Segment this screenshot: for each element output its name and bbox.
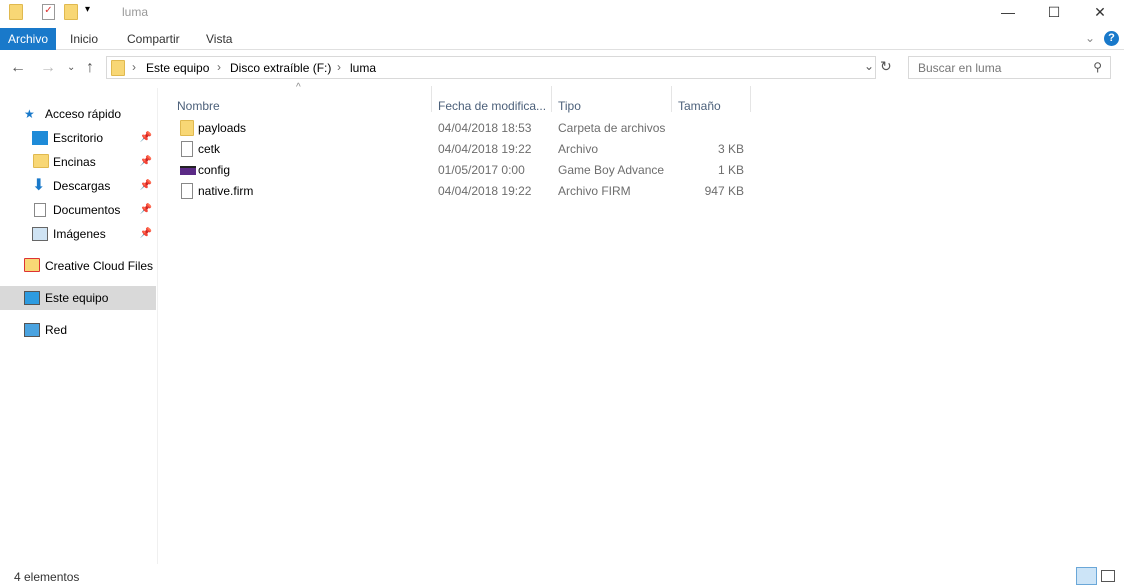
star-icon: ★ bbox=[24, 107, 35, 121]
file-row[interactable]: payloads 04/04/2018 18:53 Carpeta de arc… bbox=[170, 118, 750, 139]
address-bar[interactable]: › Este equipo › Disco extraíble (F:) › l… bbox=[106, 56, 876, 79]
network-icon bbox=[24, 323, 40, 337]
file-row[interactable]: native.firm 04/04/2018 19:22 Archivo FIR… bbox=[170, 181, 750, 202]
up-icon[interactable]: ↑ bbox=[86, 59, 94, 77]
sort-ascending-icon: ^ bbox=[296, 82, 301, 93]
pin-icon: 📌 bbox=[139, 204, 152, 215]
file-row[interactable]: config 01/05/2017 0:00 Game Boy Advance … bbox=[170, 160, 750, 181]
sidebar-item-documentos[interactable]: Documentos 📌 bbox=[0, 198, 156, 222]
file-icon bbox=[181, 141, 193, 157]
sidebar-item-red[interactable]: Red bbox=[0, 318, 156, 342]
search-placeholder: Buscar en luma bbox=[918, 61, 1002, 75]
file-row[interactable]: cetk 04/04/2018 19:22 Archivo 3 KB bbox=[170, 139, 750, 160]
column-header-tamano[interactable]: Tamaño bbox=[678, 99, 721, 113]
desktop-icon bbox=[32, 131, 48, 145]
breadcrumb-disco[interactable]: Disco extraíble (F:) bbox=[230, 61, 331, 75]
large-icons-view-icon[interactable] bbox=[1101, 570, 1115, 582]
status-item-count: 4 elementos bbox=[14, 570, 80, 584]
sidebar-item-este-equipo[interactable]: Este equipo bbox=[0, 286, 156, 310]
sidebar-item-label: Documentos bbox=[53, 203, 121, 217]
tab-inicio[interactable]: Inicio bbox=[62, 28, 106, 50]
folder-icon bbox=[180, 120, 194, 136]
file-name: config bbox=[198, 163, 231, 177]
tab-compartir[interactable]: Compartir bbox=[119, 28, 188, 50]
file-date: 01/05/2017 0:00 bbox=[438, 163, 525, 177]
details-view-icon[interactable] bbox=[1076, 567, 1097, 585]
folder-icon bbox=[111, 60, 125, 76]
window-title: luma bbox=[122, 5, 149, 19]
sidebar-item-label: Creative Cloud Files bbox=[45, 259, 154, 273]
file-size: 1 KB bbox=[717, 163, 744, 177]
title-bar: ✓ ▾ luma — ☐ ✕ bbox=[0, 0, 1124, 26]
file-icon bbox=[181, 183, 193, 199]
file-name: payloads bbox=[198, 121, 247, 135]
ribbon-tabs: Archivo Inicio Compartir Vista ⌄ ? bbox=[0, 28, 1124, 50]
file-name: native.firm bbox=[198, 184, 254, 198]
search-input[interactable]: Buscar en luma ⚲ bbox=[908, 56, 1111, 79]
creative-cloud-icon bbox=[24, 258, 40, 272]
file-date: 04/04/2018 18:53 bbox=[438, 121, 532, 135]
pin-icon: 📌 bbox=[139, 156, 152, 167]
minimize-button[interactable]: — bbox=[985, 0, 1031, 26]
sidebar-item-label: Acceso rápido bbox=[45, 107, 122, 121]
sidebar-item-label: Encinas bbox=[53, 155, 96, 169]
folder-icon bbox=[33, 154, 49, 168]
file-type: Carpeta de archivos bbox=[558, 121, 666, 135]
file-size: 3 KB bbox=[717, 142, 744, 156]
column-header-nombre[interactable]: Nombre bbox=[177, 99, 220, 113]
breadcrumb-este-equipo[interactable]: Este equipo bbox=[146, 61, 209, 75]
help-icon[interactable]: ? bbox=[1104, 31, 1119, 46]
folder-icon bbox=[9, 4, 23, 20]
new-folder-icon[interactable] bbox=[64, 4, 78, 20]
sidebar-item-descargas[interactable]: ⬇ Descargas 📌 bbox=[0, 174, 156, 198]
sidebar-item-label: Red bbox=[45, 323, 68, 337]
column-header-fecha[interactable]: Fecha de modifica... bbox=[438, 99, 546, 113]
file-type: Archivo bbox=[558, 142, 599, 156]
properties-icon[interactable]: ✓ bbox=[42, 4, 55, 20]
tab-vista[interactable]: Vista bbox=[198, 28, 240, 50]
pictures-icon bbox=[32, 227, 48, 241]
sidebar-item-label: Escritorio bbox=[53, 131, 104, 145]
file-date: 04/04/2018 19:22 bbox=[438, 142, 532, 156]
sidebar-item-label: Imágenes bbox=[53, 227, 106, 241]
sidebar-item-label: Este equipo bbox=[45, 291, 109, 305]
pin-icon: 📌 bbox=[139, 180, 152, 191]
expand-ribbon-icon[interactable]: ⌄ bbox=[1085, 31, 1095, 45]
sidebar-item-imagenes[interactable]: Imágenes 📌 bbox=[0, 222, 156, 246]
forward-icon[interactable]: → bbox=[40, 59, 56, 77]
sidebar-item-acceso-rapido[interactable]: ★ Acceso rápido bbox=[0, 102, 156, 126]
file-type: Archivo FIRM bbox=[558, 184, 631, 198]
documents-icon bbox=[34, 203, 46, 217]
gba-icon bbox=[180, 166, 196, 175]
file-size: 947 KB bbox=[704, 184, 744, 198]
address-dropdown-icon[interactable]: ⌄ bbox=[864, 59, 874, 73]
sidebar-item-encinas[interactable]: Encinas 📌 bbox=[0, 150, 156, 174]
breadcrumb-luma[interactable]: luma bbox=[350, 61, 376, 75]
file-type: Game Boy Advance bbox=[558, 163, 665, 177]
sidebar-item-label: Descargas bbox=[53, 179, 111, 193]
customize-toolbar-icon[interactable]: ▾ bbox=[85, 4, 90, 15]
close-button[interactable]: ✕ bbox=[1077, 0, 1123, 26]
download-icon: ⬇ bbox=[32, 177, 46, 194]
file-name: cetk bbox=[198, 142, 221, 156]
maximize-button[interactable]: ☐ bbox=[1031, 0, 1077, 26]
sidebar-item-creative-cloud[interactable]: Creative Cloud Files bbox=[0, 254, 156, 278]
pin-icon: 📌 bbox=[139, 132, 152, 143]
computer-icon bbox=[24, 291, 40, 305]
column-header-tipo[interactable]: Tipo bbox=[558, 99, 581, 113]
navigation-pane: ★ Acceso rápido Escritorio 📌 Encinas 📌 ⬇ Des… bbox=[0, 88, 158, 564]
sidebar-item-escritorio[interactable]: Escritorio 📌 bbox=[0, 126, 156, 150]
recent-locations-icon[interactable]: ⌄ bbox=[67, 62, 75, 73]
file-date: 04/04/2018 19:22 bbox=[438, 184, 532, 198]
tab-archivo[interactable]: Archivo bbox=[0, 28, 57, 50]
back-icon[interactable]: ← bbox=[10, 59, 26, 77]
refresh-icon[interactable]: ↻ bbox=[880, 58, 892, 75]
pin-icon: 📌 bbox=[139, 228, 152, 239]
search-icon: ⚲ bbox=[1093, 60, 1102, 74]
